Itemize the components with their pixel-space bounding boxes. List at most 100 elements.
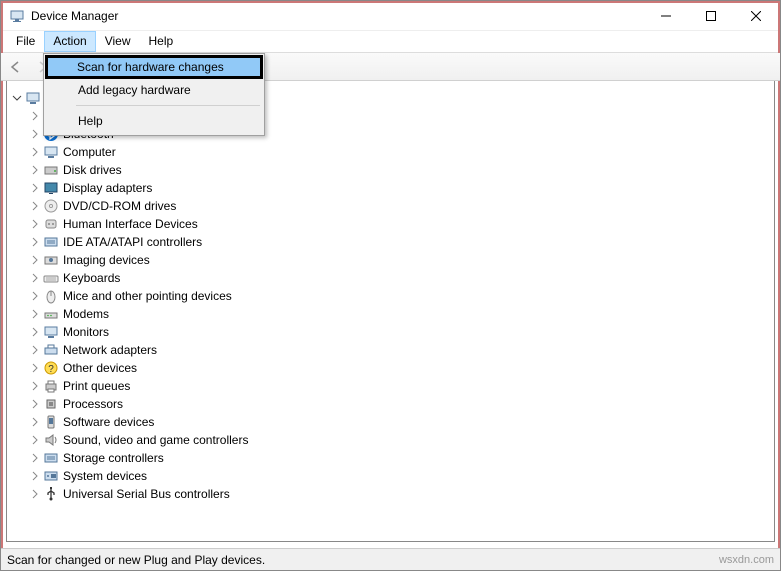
chevron-right-icon[interactable] — [29, 290, 41, 302]
tree-node[interactable]: Universal Serial Bus controllers — [11, 485, 770, 503]
printer-icon — [43, 378, 59, 394]
menubar: File Action View Help — [1, 31, 780, 53]
tree-node[interactable]: System devices — [11, 467, 770, 485]
tree-node-label: Keyboards — [63, 271, 120, 285]
statusbar-text: Scan for changed or new Plug and Play de… — [7, 553, 265, 567]
chevron-right-icon[interactable] — [29, 452, 41, 464]
chevron-right-icon[interactable] — [29, 272, 41, 284]
computer-root-icon — [25, 90, 41, 106]
tree-node[interactable]: Human Interface Devices — [11, 215, 770, 233]
tree-node-label: Processors — [63, 397, 123, 411]
close-button[interactable] — [733, 2, 778, 30]
action-dropdown: Scan for hardware changes Add legacy har… — [43, 53, 265, 136]
chevron-right-icon[interactable] — [29, 182, 41, 194]
menu-separator — [76, 105, 260, 106]
imaging-icon — [43, 252, 59, 268]
chevron-right-icon[interactable] — [29, 308, 41, 320]
tree-node[interactable]: Processors — [11, 395, 770, 413]
menu-scan-hardware[interactable]: Scan for hardware changes — [45, 55, 263, 79]
tree-node[interactable]: Imaging devices — [11, 251, 770, 269]
other-icon: ? — [43, 360, 59, 376]
minimize-button[interactable] — [643, 2, 688, 30]
cpu-icon — [43, 396, 59, 412]
chevron-down-icon[interactable] — [11, 92, 23, 104]
dvd-icon — [43, 198, 59, 214]
tree-node[interactable]: Print queues — [11, 377, 770, 395]
tree-node-label: Computer — [63, 145, 116, 159]
tree-node-label: Other devices — [63, 361, 137, 375]
display-icon — [43, 180, 59, 196]
tree-node[interactable]: Software devices — [11, 413, 770, 431]
chevron-right-icon[interactable] — [29, 164, 41, 176]
tree-node[interactable]: IDE ATA/ATAPI controllers — [11, 233, 770, 251]
chevron-right-icon[interactable] — [29, 362, 41, 374]
chevron-right-icon[interactable] — [29, 488, 41, 500]
tree-node[interactable]: Sound, video and game controllers — [11, 431, 770, 449]
menu-help-item[interactable]: Help — [46, 109, 262, 133]
tree-node[interactable]: Display adapters — [11, 179, 770, 197]
hid-icon — [43, 216, 59, 232]
chevron-right-icon[interactable] — [29, 110, 41, 122]
chevron-right-icon[interactable] — [29, 380, 41, 392]
keyboard-icon — [43, 270, 59, 286]
disk-icon — [43, 162, 59, 178]
window-controls — [643, 2, 778, 30]
tree-node[interactable]: Computer — [11, 143, 770, 161]
menu-add-legacy[interactable]: Add legacy hardware — [46, 78, 262, 102]
menu-file[interactable]: File — [7, 31, 44, 52]
tree-node-label: Modems — [63, 307, 109, 321]
chevron-right-icon[interactable] — [29, 344, 41, 356]
mouse-icon — [43, 288, 59, 304]
device-tree-pane[interactable]: BatteriesBluetoothComputerDisk drivesDis… — [6, 83, 775, 542]
tree-node[interactable]: Storage controllers — [11, 449, 770, 467]
system-icon — [43, 468, 59, 484]
tree-node[interactable]: Mice and other pointing devices — [11, 287, 770, 305]
storage-icon — [43, 450, 59, 466]
statusbar: Scan for changed or new Plug and Play de… — [1, 548, 780, 570]
chevron-right-icon[interactable] — [29, 470, 41, 482]
usb-icon — [43, 486, 59, 502]
tree-node[interactable]: Network adapters — [11, 341, 770, 359]
tree-node-label: Network adapters — [63, 343, 157, 357]
monitor-icon — [43, 324, 59, 340]
maximize-button[interactable] — [688, 2, 733, 30]
watermark: wsxdn.com — [719, 554, 774, 566]
tree-node-label: Sound, video and game controllers — [63, 433, 248, 447]
tree-node[interactable]: Modems — [11, 305, 770, 323]
chevron-right-icon[interactable] — [29, 416, 41, 428]
svg-text:?: ? — [48, 364, 54, 375]
tree-node-label: Universal Serial Bus controllers — [63, 487, 230, 501]
software-icon — [43, 414, 59, 430]
tree-node[interactable]: DVD/CD-ROM drives — [11, 197, 770, 215]
tree-node-label: Storage controllers — [63, 451, 164, 465]
tree-node-label: DVD/CD-ROM drives — [63, 199, 176, 213]
chevron-right-icon[interactable] — [29, 146, 41, 158]
network-icon — [43, 342, 59, 358]
tree-node-label: Human Interface Devices — [63, 217, 198, 231]
tree-node[interactable]: Disk drives — [11, 161, 770, 179]
chevron-right-icon[interactable] — [29, 398, 41, 410]
tree-node[interactable]: Keyboards — [11, 269, 770, 287]
tree-node-label: Monitors — [63, 325, 109, 339]
back-button[interactable] — [5, 56, 27, 78]
titlebar: Device Manager — [1, 1, 780, 31]
tree-node[interactable]: Monitors — [11, 323, 770, 341]
menu-action[interactable]: Action — [44, 31, 95, 52]
tree-node-label: Software devices — [63, 415, 154, 429]
chevron-right-icon[interactable] — [29, 200, 41, 212]
window-title: Device Manager — [31, 9, 643, 23]
ide-icon — [43, 234, 59, 250]
chevron-right-icon[interactable] — [29, 236, 41, 248]
computer-icon — [43, 144, 59, 160]
chevron-right-icon[interactable] — [29, 434, 41, 446]
chevron-right-icon[interactable] — [29, 128, 41, 140]
menu-help[interactable]: Help — [140, 31, 183, 52]
chevron-right-icon[interactable] — [29, 326, 41, 338]
tree-node-label: System devices — [63, 469, 147, 483]
sound-icon — [43, 432, 59, 448]
tree-node-label: Print queues — [63, 379, 130, 393]
menu-view[interactable]: View — [96, 31, 140, 52]
chevron-right-icon[interactable] — [29, 254, 41, 266]
tree-node[interactable]: ? Other devices — [11, 359, 770, 377]
chevron-right-icon[interactable] — [29, 218, 41, 230]
